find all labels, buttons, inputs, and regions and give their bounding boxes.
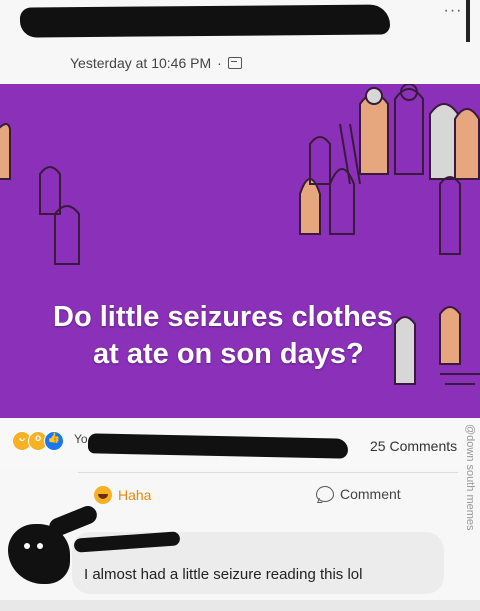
reaction-stats-bar: ᴗ o 👍 Yo 25 Comments bbox=[0, 418, 480, 470]
redacted-poster-name bbox=[19, 4, 391, 38]
comment-text: I almost had a little seizure reading th… bbox=[84, 566, 363, 583]
bottom-edge bbox=[0, 600, 480, 611]
comment-button[interactable]: Comment bbox=[316, 486, 401, 502]
like-icon: 👍 bbox=[44, 431, 64, 451]
audience-icon[interactable] bbox=[227, 57, 242, 69]
post-image[interactable]: Do little seizures clothes at ate on son… bbox=[0, 84, 480, 418]
redacted-avatar bbox=[8, 524, 70, 584]
haha-button[interactable]: Haha bbox=[94, 486, 151, 504]
headline-line-1: Do little seizures clothes bbox=[53, 301, 394, 333]
haha-icon bbox=[94, 486, 112, 504]
post-timestamp[interactable]: Yesterday at 10:46 PM bbox=[70, 55, 211, 71]
facebook-post: ··· Yesterday at 10:46 PM · Do little se… bbox=[0, 0, 480, 611]
comment-bubble-icon bbox=[316, 486, 334, 502]
post-meta: Yesterday at 10:46 PM · bbox=[70, 55, 242, 71]
avatar-eyes bbox=[22, 540, 46, 554]
comments-count-link[interactable]: 25 Comments bbox=[370, 438, 457, 454]
more-options-button[interactable]: ··· bbox=[442, 3, 464, 20]
divider bbox=[78, 472, 458, 473]
redacted-reactor-names bbox=[87, 433, 349, 459]
haha-label: Haha bbox=[118, 487, 152, 503]
watermark: @down south memes bbox=[464, 424, 476, 531]
scribble-mark bbox=[466, 0, 470, 42]
meta-separator: · bbox=[217, 55, 222, 71]
comment-label: Comment bbox=[340, 486, 401, 502]
reaction-summary[interactable]: ᴗ o 👍 bbox=[12, 431, 64, 451]
image-headline: Do little seizures clothes at ate on son… bbox=[53, 299, 443, 373]
reactor-names[interactable]: Yo bbox=[74, 432, 88, 446]
headline-line-2: at ate on son days? bbox=[93, 338, 364, 370]
